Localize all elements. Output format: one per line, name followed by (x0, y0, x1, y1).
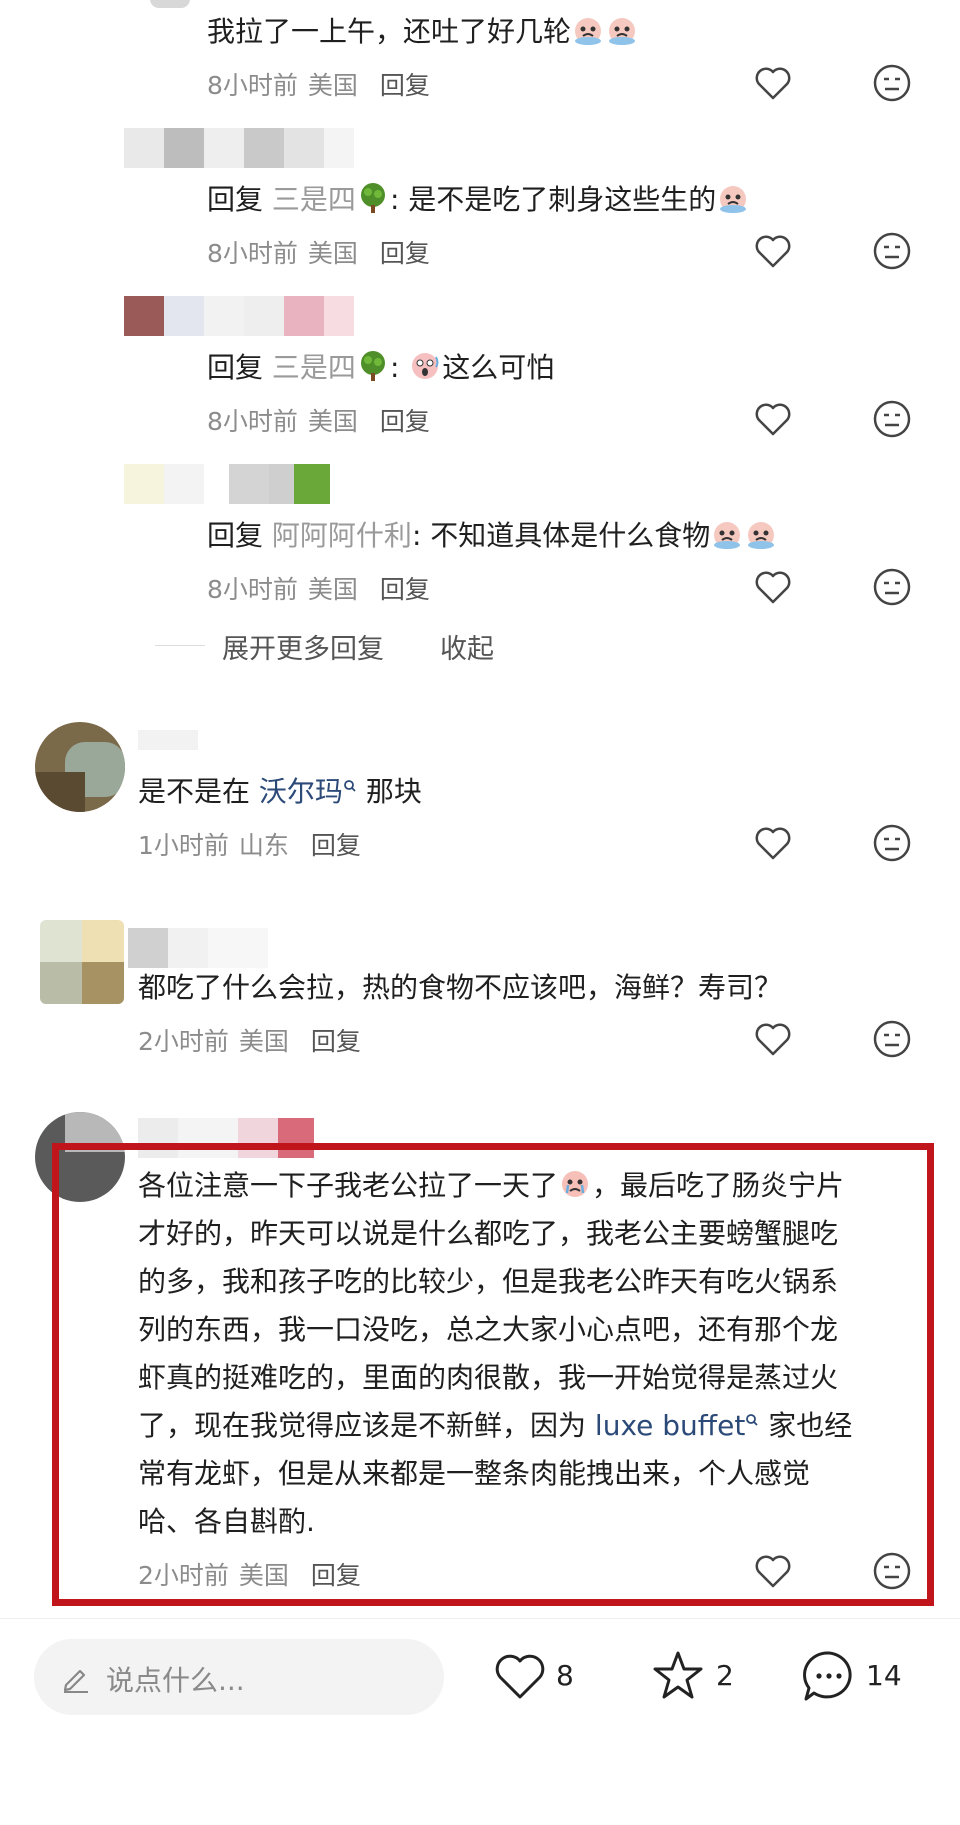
reply-button[interactable]: 回复 (311, 831, 361, 860)
comment-text: 是不是在 沃尔玛 那块 (138, 775, 422, 808)
dislike-face-icon[interactable] (871, 822, 913, 864)
comment-count: 14 (866, 1659, 902, 1692)
reply-button[interactable]: 回复 (311, 1027, 361, 1056)
reply-button[interactable]: 回复 (380, 575, 430, 604)
comment-text-line: 才好的，昨天可以说是什么都吃了，我老公主要螃蟹腿吃 (138, 1217, 839, 1250)
like-heart-icon[interactable] (752, 566, 794, 608)
blurred-username (124, 128, 354, 168)
like-heart-icon[interactable] (752, 1550, 794, 1592)
like-heart-icon[interactable] (752, 230, 794, 272)
expand-more-replies-link[interactable]: 展开更多回复 (222, 627, 384, 666)
dislike-face-icon[interactable] (871, 398, 913, 440)
reply-button[interactable]: 回复 (311, 1561, 361, 1590)
blurred-username (124, 296, 354, 336)
search-icon (344, 780, 356, 792)
dislike-face-icon[interactable] (871, 230, 913, 272)
blurred-username (138, 730, 198, 750)
avatar (150, 0, 190, 8)
reply-button[interactable]: 回复 (380, 239, 430, 268)
reply-meta: 8小时前 美国 回复 (207, 239, 430, 268)
comment-text-line: 虾真的挺难吃的，里面的肉很散，我一开始觉得是蒸过火 (138, 1361, 839, 1394)
like-heart-icon[interactable] (752, 62, 794, 104)
divider (155, 645, 205, 646)
reply-meta: 8小时前 美国 回复 (207, 407, 430, 436)
comment-text: 都吃了什么会拉，热的食物不应该吧，海鲜？寿司？ (138, 971, 783, 1004)
blurred-username (124, 464, 330, 504)
dislike-face-icon[interactable] (871, 1018, 913, 1060)
comment-bubble-icon[interactable] (800, 1647, 858, 1705)
blurred-username (128, 928, 268, 968)
crying-emoji-icon (605, 12, 639, 45)
reply-text: 回复 阿阿阿什利: 不知道具体是什么食物 (207, 512, 778, 560)
star-count: 2 (716, 1659, 734, 1692)
like-heart-icon[interactable] (752, 398, 794, 440)
dislike-face-icon[interactable] (871, 1550, 913, 1592)
dislike-face-icon[interactable] (871, 566, 913, 608)
like-heart-icon[interactable] (752, 822, 794, 864)
scared-emoji-icon (408, 348, 442, 380)
search-link[interactable]: luxe buffet (595, 1409, 759, 1442)
tree-emoji-icon (356, 180, 390, 213)
comment-input-placeholder: 说点什么... (106, 1664, 245, 1697)
reply-button[interactable]: 回复 (380, 407, 430, 436)
comment-meta: 8小时前 美国 回复 (207, 71, 430, 100)
star-icon[interactable] (650, 1649, 706, 1703)
comment-text-line: 列的东西，我一口没吃，总之大家小心点吧，还有那个龙 (138, 1313, 839, 1346)
crying-emoji-icon (710, 516, 744, 549)
comment-text-line: 各位注意一下子我老公拉了一天了 ，最后吃了肠炎宁片 (138, 1162, 844, 1210)
crying-emoji-icon (716, 180, 750, 213)
dislike-face-icon[interactable] (871, 62, 913, 104)
crying-emoji-icon (571, 12, 605, 45)
reply-meta: 8小时前 美国 回复 (207, 575, 430, 604)
tree-emoji-icon (356, 348, 390, 381)
crying-emoji-icon (744, 516, 778, 549)
reply-text: 回复 三是四: 这么可怕 (207, 344, 554, 392)
like-heart-icon[interactable] (752, 1018, 794, 1060)
comment-text: 我拉了一上午，还吐了好几轮 (207, 8, 639, 56)
comment-meta: 1小时前 山东 回复 (138, 831, 361, 860)
search-link[interactable]: 沃尔玛 (259, 775, 357, 808)
comment-input[interactable]: 说点什么... (34, 1639, 444, 1715)
bottom-action-bar: 说点什么... 8 2 14 (0, 1618, 960, 1825)
search-icon (746, 1414, 758, 1426)
reply-button[interactable]: 回复 (380, 71, 430, 100)
like-heart-icon[interactable] (492, 1651, 548, 1703)
avatar (35, 722, 125, 812)
comment-text-line: 常有龙虾，但是从来都是一整条肉能拽出来，个人感觉 (138, 1457, 811, 1490)
collapse-replies-link[interactable]: 收起 (440, 627, 494, 666)
reply-text: 回复 三是四: 是不是吃了刺身这些生的 (207, 176, 750, 224)
crying-emoji-icon (558, 1166, 592, 1198)
comment-meta: 2小时前 美国 回复 (138, 1027, 361, 1056)
like-count: 8 (556, 1659, 574, 1692)
comment-text-line: 哈、各自斟酌. (138, 1505, 315, 1538)
pencil-icon (63, 1669, 88, 1693)
comment-text-line: 的多，我和孩子吃的比较少，但是我老公昨天有吃火锅系 (138, 1265, 839, 1298)
avatar (40, 920, 124, 1004)
comment-meta: 2小时前 美国 回复 (138, 1561, 361, 1590)
comment-text-line: 了，现在我觉得应该是不新鲜，因为 luxe buffet 家也经 (138, 1409, 853, 1442)
